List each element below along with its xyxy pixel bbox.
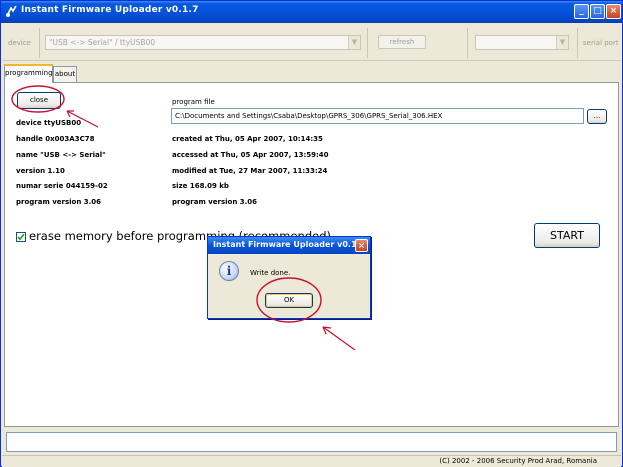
message-dialog: Instant Firmware Uploader v0.1.7 × i Wri… [207,236,371,319]
file-info-accessed: accessed at Thu, 05 Apr 2007, 13:59:40 [172,151,329,159]
close-window-button[interactable]: × [606,4,621,19]
dialog-title: Instant Firmware Uploader v0.1.7 [213,240,366,249]
file-info-program-version: program version 3.06 [172,198,258,206]
device-combo[interactable]: "USB <-> Serial" / ttyUSB00 ▼ [45,35,361,50]
browse-button[interactable]: ... [587,109,607,124]
copyright-text: (C) 2002 - 2006 Security Prod Arad, Roma… [439,457,597,465]
serial-port-label: serial port [583,39,619,47]
title-bar[interactable]: Instant Firmware Uploader v0.1.7 _ □ × [1,1,622,23]
main-window: Instant Firmware Uploader v0.1.7 _ □ × d… [0,0,623,467]
file-info-created: created at Thu, 05 Apr 2007, 10:14:35 [172,135,323,143]
chevron-down-icon: ▼ [556,36,568,49]
device-info-handle: handle 0x003A3C78 [16,135,95,143]
erase-memory-checkbox[interactable] [16,232,26,242]
toolbar-separator [367,28,368,58]
status-bar: (C) 2002 - 2006 Security Prod Arad, Roma… [2,455,621,467]
file-info-size: size 168.09 kb [172,182,229,190]
device-info-device: device ttyUSB00 [16,119,82,127]
device-info-name: name "USB <-> Serial" [16,151,106,159]
check-icon [17,233,25,241]
tab-about[interactable]: about [53,66,77,83]
serial-port-combo[interactable]: ▼ [475,35,569,50]
program-file-label: program file [172,98,215,106]
toolbar-separator [467,28,468,58]
information-icon: i [219,261,239,281]
chevron-down-icon: ▼ [348,36,360,49]
tab-programming[interactable]: programming [4,64,53,83]
close-port-button[interactable]: close [17,92,61,109]
device-label: device [8,39,31,47]
start-button[interactable]: START [534,223,600,248]
message-field [6,432,617,452]
maximize-button[interactable]: □ [590,4,605,19]
device-info-program-version: program version 3.06 [16,198,102,206]
toolbar-separator [577,28,578,58]
toolbar-separator [39,28,40,58]
app-icon [6,5,17,17]
window-title: Instant Firmware Uploader v0.1.7 [21,5,199,15]
refresh-button[interactable]: refresh [378,35,426,49]
program-file-field[interactable]: C:\Documents and Settings\Csaba\Desktop\… [171,108,584,124]
dialog-close-button[interactable]: × [355,239,368,252]
dialog-title-bar[interactable]: Instant Firmware Uploader v0.1.7 × [208,237,370,254]
device-info-serial: numar serie 044159-02 [16,182,108,190]
dialog-message: Write done. [250,269,291,277]
device-combo-value: "USB <-> Serial" / ttyUSB00 [49,38,156,47]
ok-button[interactable]: OK [265,293,313,308]
file-info-modified: modified at Tue, 27 Mar 2007, 11:33:24 [172,167,328,175]
device-info-version: version 1.10 [16,167,65,175]
minimize-button[interactable]: _ [574,4,589,19]
